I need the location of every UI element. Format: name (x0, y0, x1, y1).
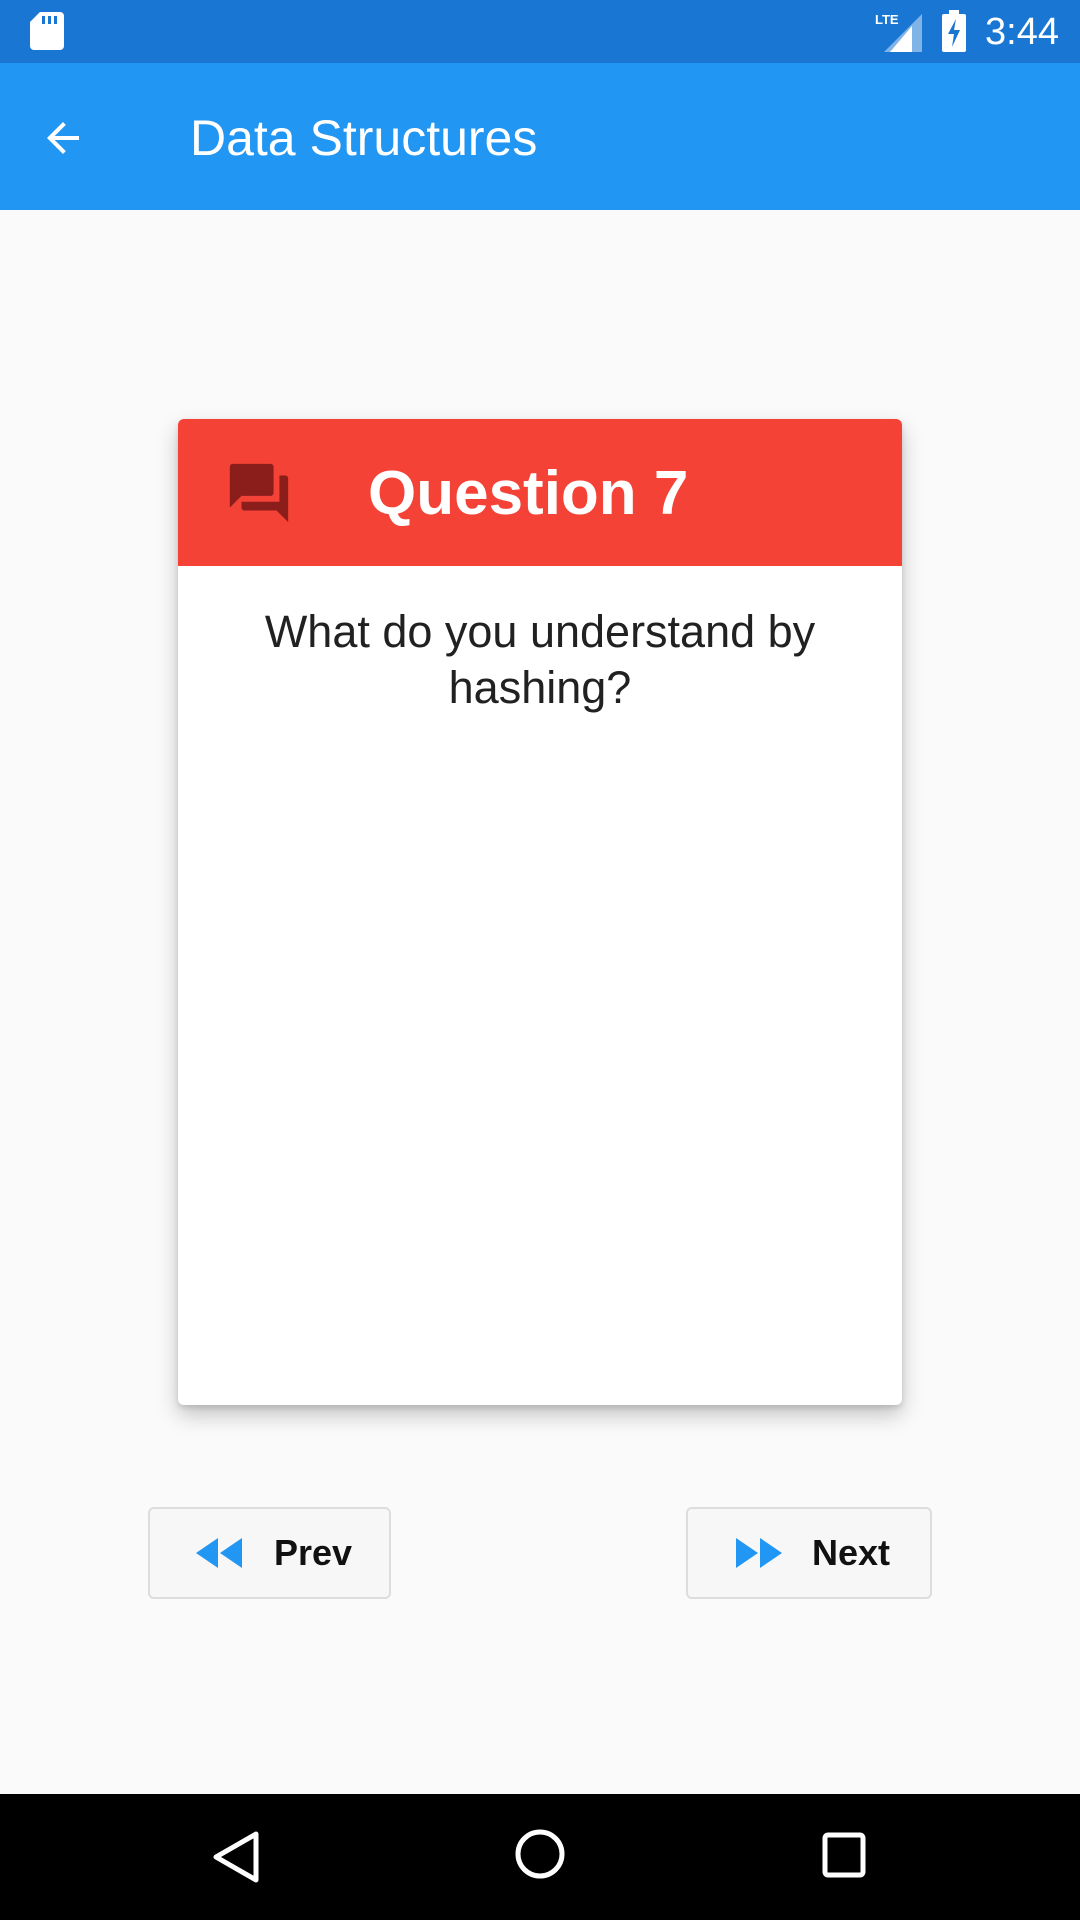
system-nav-bar (0, 1794, 1080, 1920)
question-card: Question 7 What do you understand by has… (178, 419, 902, 1405)
prev-label: Prev (274, 1532, 353, 1573)
status-bar: LTE 3:44 (0, 0, 1080, 63)
question-text: What do you understand by hashing? (264, 606, 816, 713)
nav-back-icon[interactable] (212, 1830, 260, 1884)
screen: LTE 3:44 Data Structures Question 7 What… (0, 0, 1080, 1920)
prev-button[interactable]: Prev (148, 1507, 391, 1599)
fast-forward-icon (736, 1538, 782, 1568)
question-title: Question 7 (368, 459, 689, 528)
next-button[interactable]: Next (686, 1507, 932, 1599)
app-title: Data Structures (190, 110, 538, 166)
next-label: Next (812, 1532, 891, 1573)
lte-label: LTE (875, 12, 899, 27)
nav-home-icon[interactable] (514, 1828, 566, 1880)
back-button[interactable] (30, 105, 96, 171)
arrow-back-icon (47, 122, 79, 154)
battery-charging-icon (942, 10, 966, 52)
question-answer-icon (229, 463, 289, 523)
fast-rewind-icon (196, 1538, 242, 1568)
app-bar: Data Structures (0, 63, 1080, 210)
nav-recents-icon[interactable] (822, 1832, 866, 1878)
card-header: Question 7 (178, 419, 902, 566)
lte-signal-icon: LTE (875, 12, 922, 52)
status-time: 3:44 (985, 11, 1059, 53)
sd-card-icon (30, 12, 64, 50)
